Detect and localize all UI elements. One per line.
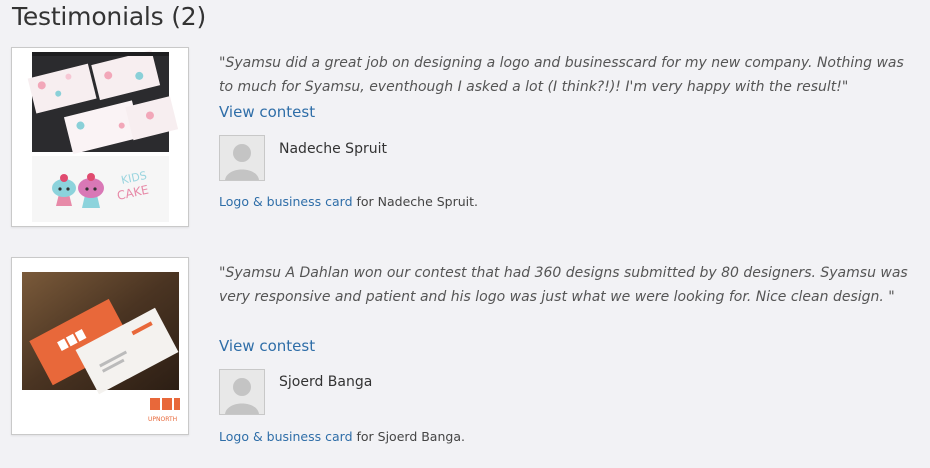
- user-placeholder-icon: [220, 370, 264, 414]
- project-suffix: for Nadeche Spruit.: [352, 194, 479, 209]
- user-placeholder-icon: [220, 136, 264, 180]
- avatar: [219, 369, 265, 415]
- view-contest-link[interactable]: View contest: [219, 337, 315, 355]
- author-name: Sjoerd Banga: [279, 374, 373, 390]
- project-meta: Logo & business card for Nadeche Spruit.: [219, 194, 478, 209]
- project-meta: Logo & business card for Sjoerd Banga.: [219, 429, 465, 444]
- design-thumbnail[interactable]: UPNORTH: [11, 257, 189, 435]
- upnorth-logo-text: UPNORTH: [148, 416, 177, 423]
- section-heading: Testimonials (2): [12, 2, 207, 31]
- author-name: Nadeche Spruit: [279, 141, 387, 157]
- business-card-mockup-image: UPNORTH: [12, 258, 188, 434]
- testimonial-item: UPNORTH "Syamsu A Dahlan won our contest…: [0, 257, 930, 444]
- business-card-mockup-image: KIDS CAKE: [12, 48, 188, 226]
- testimonial-quote: "Syamsu A Dahlan won our contest that ha…: [219, 265, 908, 305]
- project-link[interactable]: Logo & business card: [219, 194, 353, 209]
- project-suffix: for Sjoerd Banga.: [352, 429, 465, 444]
- view-contest-link[interactable]: View contest: [219, 103, 315, 121]
- avatar: [219, 135, 265, 181]
- project-link[interactable]: Logo & business card: [219, 429, 353, 444]
- design-thumbnail[interactable]: KIDS CAKE: [11, 47, 189, 227]
- testimonial-item: KIDS CAKE "Syamsu did a great job on des…: [0, 47, 930, 229]
- testimonial-quote: "Syamsu did a great job on designing a l…: [219, 55, 904, 95]
